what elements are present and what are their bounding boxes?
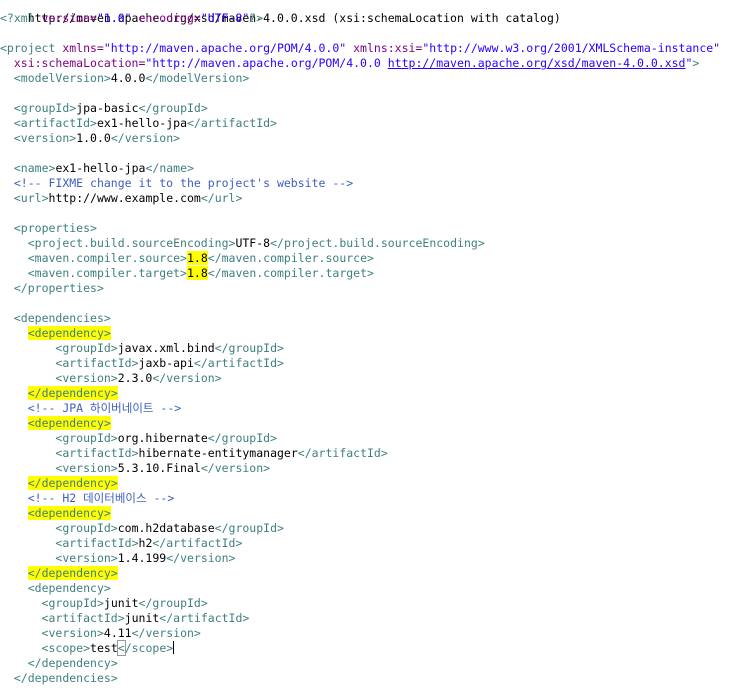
editor-line: <groupId>junit</groupId>: [41, 596, 208, 610]
editor-line: <version>1.4.199</version>: [55, 551, 236, 565]
editor-line: <artifactId>hibernate-entitymanager</art…: [55, 446, 388, 460]
editor-line: <version>2.3.0</version>: [55, 371, 222, 385]
editor-line: <artifactId>h2</artifactId>: [55, 536, 243, 550]
editor-line: <!-- H2 데이터베이스 -->: [0, 491, 175, 506]
comment: <!-- H2 데이터베이스 -->: [27, 491, 175, 505]
editor-line: <maven.compiler.source>1.8</maven.compil…: [27, 251, 374, 265]
editor-line: <properties>: [13, 221, 97, 235]
editor-line: <groupId>jpa-basic</groupId>: [13, 101, 208, 115]
editor-line: <url>http://www.example.com</url>: [13, 191, 243, 205]
editor-line: <dependency>: [27, 581, 111, 595]
schema-link[interactable]: http://maven.apache.org/xsd/maven-4.0.0.…: [388, 56, 686, 70]
editor-line: <version>5.3.10.Final</version>: [55, 461, 271, 475]
editor-line: <name>ex1-hello-jpa</name>: [13, 161, 194, 175]
highlight: 1.8: [186, 251, 208, 265]
editor-line: <?xml version="1.0" encoding="UTF-8"?>: [0, 11, 264, 25]
highlight: 1.8: [186, 266, 208, 280]
editor-line: <artifactId>junit</artifactId>: [41, 611, 250, 625]
editor-line: </dependency>: [27, 386, 118, 400]
editor-line: <groupId>javax.xml.bind</groupId>: [55, 341, 284, 355]
editor-line: <project xmlns="http://maven.apache.org/…: [0, 41, 721, 55]
editor-line: <artifactId>ex1-hello-jpa</artifactId>: [13, 116, 278, 130]
editor-line: </dependency>: [27, 656, 118, 670]
editor-line: <maven.compiler.target>1.8</maven.compil…: [27, 266, 374, 280]
xml-editor[interactable]: http://maven.apache.org/xsd/maven-4.0.0.…: [0, 0, 739, 694]
editor-line: <dependency>: [27, 326, 111, 340]
editor-line: <dependency>: [27, 416, 111, 430]
editor-line: http://maven.apache.org/xsd/maven-4.0.0.…: [0, 0, 561, 25]
editor-line: xsi:schemaLocation="http://maven.apache.…: [13, 56, 700, 70]
editor-line: <dependencies>: [13, 311, 111, 325]
editor-line: </dependency>: [27, 566, 118, 580]
editor-line: <scope>test</scope>: [41, 640, 175, 656]
editor-line: <version>4.11</version>: [41, 626, 201, 640]
editor-line: <version>1.0.0</version>: [13, 131, 181, 145]
editor-line: <project.build.sourceEncoding>UTF-8</pro…: [27, 236, 485, 250]
comment: <!-- FIXME change it to the project's we…: [13, 176, 354, 190]
editor-line: <modelVersion>4.0.0</modelVersion>: [13, 71, 250, 85]
editor-line: <groupId>com.h2database</groupId>: [55, 521, 284, 535]
editor-line: </dependency>: [27, 476, 118, 490]
text-caret: [173, 641, 175, 654]
editor-line: <dependency>: [27, 506, 111, 520]
editor-line: <artifactId>jaxb-api</artifactId>: [55, 356, 284, 370]
editor-line: <!-- JPA 하이버네이트 -->: [0, 401, 182, 416]
editor-line: <groupId>org.hibernate</groupId>: [55, 431, 278, 445]
editor-line: <!-- FIXME change it to the project's we…: [0, 176, 353, 191]
editor-line: </dependencies>: [13, 671, 118, 685]
comment: <!-- JPA 하이버네이트 -->: [27, 401, 182, 415]
editor-line: </properties>: [13, 281, 104, 295]
